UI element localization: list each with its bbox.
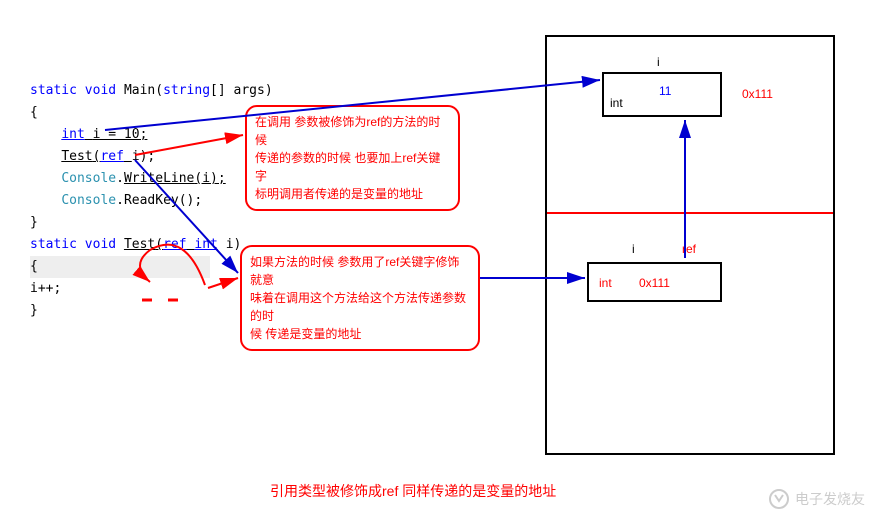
annotation-box-2: 如果方法的时候 参数用了ref关键字修饰 就意 味着在调用这个方法给这个方法传递… bbox=[240, 245, 480, 351]
mem-bottom-type: int bbox=[599, 276, 612, 290]
mem-bottom-ref-label: ref bbox=[682, 242, 696, 256]
annotation-1-line-3: 标明调用者传递的是变量的地址 bbox=[255, 185, 450, 203]
code-line-2: { bbox=[30, 102, 273, 124]
mem-bottom-value: 0x111 bbox=[639, 276, 670, 290]
bottom-caption: 引用类型被修饰成ref 同样传递的是变量的地址 bbox=[270, 481, 556, 501]
code-line-3: int i = 10; bbox=[30, 124, 273, 146]
annotation-2-line-2: 味着在调用这个方法给这个方法传递参数的时 bbox=[250, 289, 470, 325]
mem-top-type: int bbox=[610, 96, 623, 110]
code-line-9: static void Test(ref int i) bbox=[30, 234, 273, 256]
watermark: 电子发烧友 bbox=[767, 487, 865, 511]
mem-top-addr: 0x111 bbox=[742, 87, 773, 101]
annotation-box-1: 在调用 参数被修饰为ref的方法的时候 传递的参数的时候 也要加上ref关键字 … bbox=[245, 105, 460, 211]
code-line-4: Test(ref i); bbox=[30, 146, 273, 168]
mem-bottom-var-label: i bbox=[632, 242, 635, 256]
code-line-6: Console.ReadKey(); bbox=[30, 190, 273, 212]
mem-top-value: 11 bbox=[659, 84, 671, 98]
memory-divider bbox=[547, 212, 833, 214]
annotation-1-line-2: 传递的参数的时候 也要加上ref关键字 bbox=[255, 149, 450, 185]
watermark-text: 电子发烧友 bbox=[795, 489, 865, 509]
mem-bottom-box: int 0x111 bbox=[587, 262, 722, 302]
code-line-7: } bbox=[30, 212, 273, 234]
annotation-2-line-1: 如果方法的时候 参数用了ref关键字修饰 就意 bbox=[250, 253, 470, 289]
code-line-1: static void Main(string[] args) bbox=[30, 80, 273, 102]
mem-top-box: int 11 bbox=[602, 72, 722, 117]
code-line-10: { bbox=[30, 256, 273, 278]
code-line-5: Console.WriteLine(i); bbox=[30, 168, 273, 190]
mem-top-var-label: i bbox=[657, 55, 660, 69]
memory-diagram: i int 11 0x111 i ref int 0x111 bbox=[545, 35, 835, 455]
annotation-1-line-1: 在调用 参数被修饰为ref的方法的时候 bbox=[255, 113, 450, 149]
code-line-11: i++; bbox=[30, 278, 273, 300]
annotation-2-line-3: 候 传递是变量的地址 bbox=[250, 325, 470, 343]
code-line-12: } bbox=[30, 300, 273, 322]
code-block: static void Main(string[] args) { int i … bbox=[30, 80, 273, 322]
watermark-icon bbox=[767, 487, 791, 511]
